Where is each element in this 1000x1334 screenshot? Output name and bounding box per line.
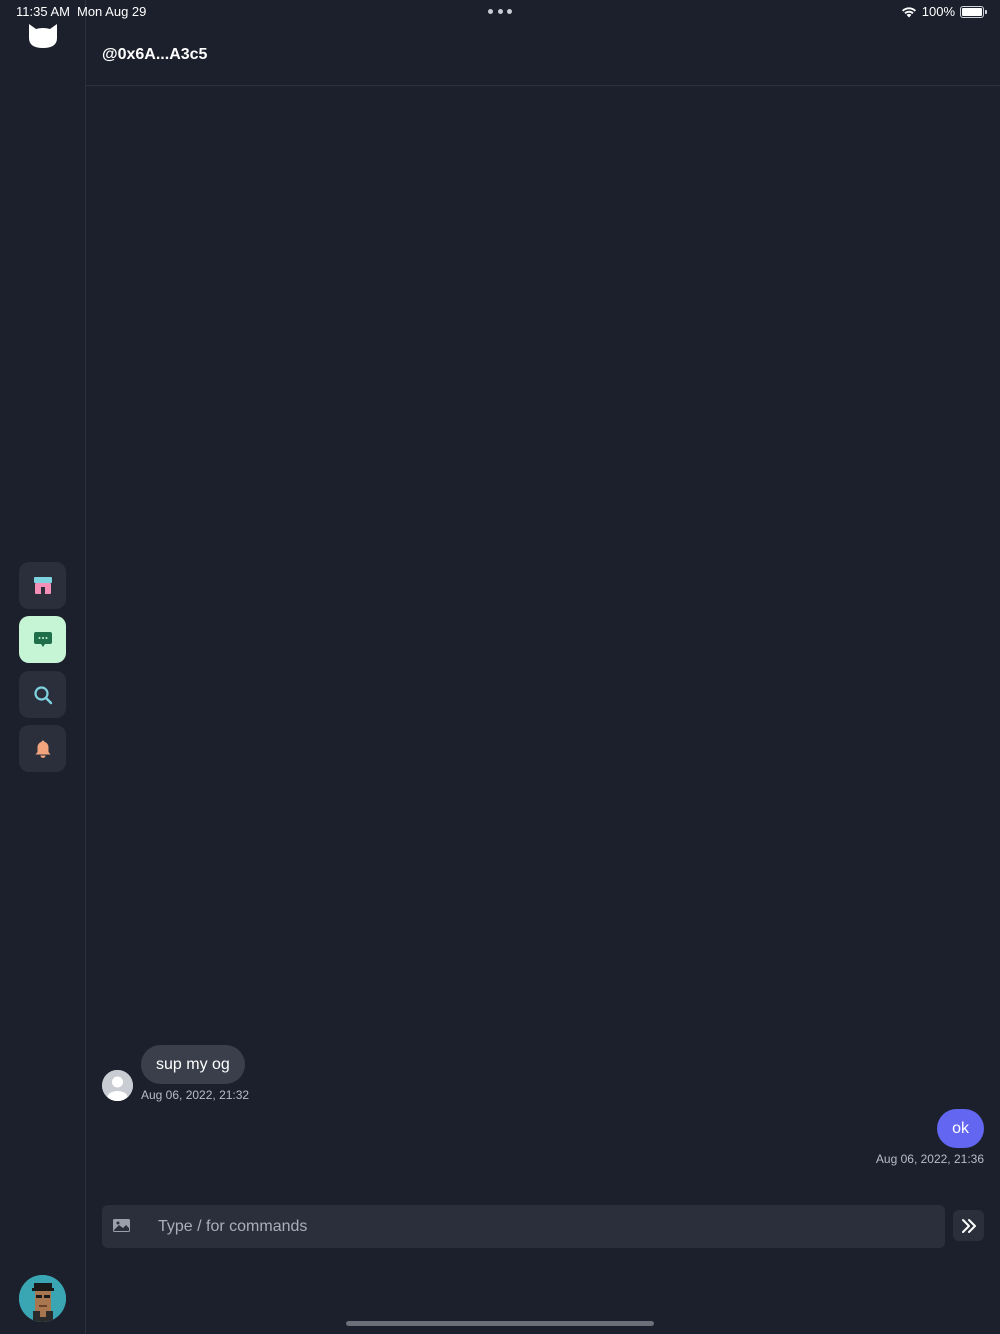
sidebar-item-notifications[interactable]: [19, 725, 66, 772]
user-avatar[interactable]: [19, 1275, 66, 1322]
wifi-icon: [901, 6, 916, 17]
bell-icon: [35, 740, 50, 758]
person-placeholder-icon: [102, 1070, 133, 1101]
search-icon: [33, 685, 52, 704]
conversation-title[interactable]: @0x6A...A3c5: [102, 46, 207, 64]
multitasking-dots-icon[interactable]: [488, 9, 512, 15]
status-bar: 11:35 AM Mon Aug 29 100%: [0, 0, 1000, 24]
contact-avatar[interactable]: [102, 1070, 133, 1101]
home-indicator[interactable]: [346, 1321, 654, 1326]
status-right: 100%: [901, 4, 987, 19]
status-time: 11:35 AM: [16, 4, 70, 19]
battery-icon: [960, 5, 987, 18]
message-bubble-incoming[interactable]: sup my og: [141, 1045, 245, 1084]
image-attach-icon[interactable]: [112, 1217, 132, 1235]
sidebar: [0, 0, 86, 1334]
message-timestamp: Aug 06, 2022, 21:36: [875, 1152, 984, 1166]
message-timestamp: Aug 06, 2022, 21:32: [141, 1088, 250, 1102]
sidebar-item-store[interactable]: [19, 562, 66, 609]
status-date: Mon Aug 29: [77, 4, 147, 19]
chat-icon: [33, 631, 52, 647]
chat-header: @0x6A...A3c5: [86, 24, 1000, 86]
double-chevron-right-icon: [961, 1218, 976, 1233]
battery-percent: 100%: [921, 4, 955, 19]
message-composer: [102, 1205, 945, 1248]
app-logo-icon[interactable]: [28, 24, 58, 48]
send-button[interactable]: [953, 1210, 984, 1241]
app-screen: 11:35 AM Mon Aug 29 100% @0x6A...A3c5 su…: [0, 0, 1000, 1334]
pixel-avatar-icon: [19, 1275, 66, 1322]
sidebar-item-search[interactable]: [19, 671, 66, 718]
message-bubble-outgoing[interactable]: ok: [937, 1109, 984, 1148]
message-input[interactable]: [158, 1205, 928, 1248]
sidebar-item-messages[interactable]: [19, 616, 66, 663]
store-icon: [33, 576, 52, 594]
